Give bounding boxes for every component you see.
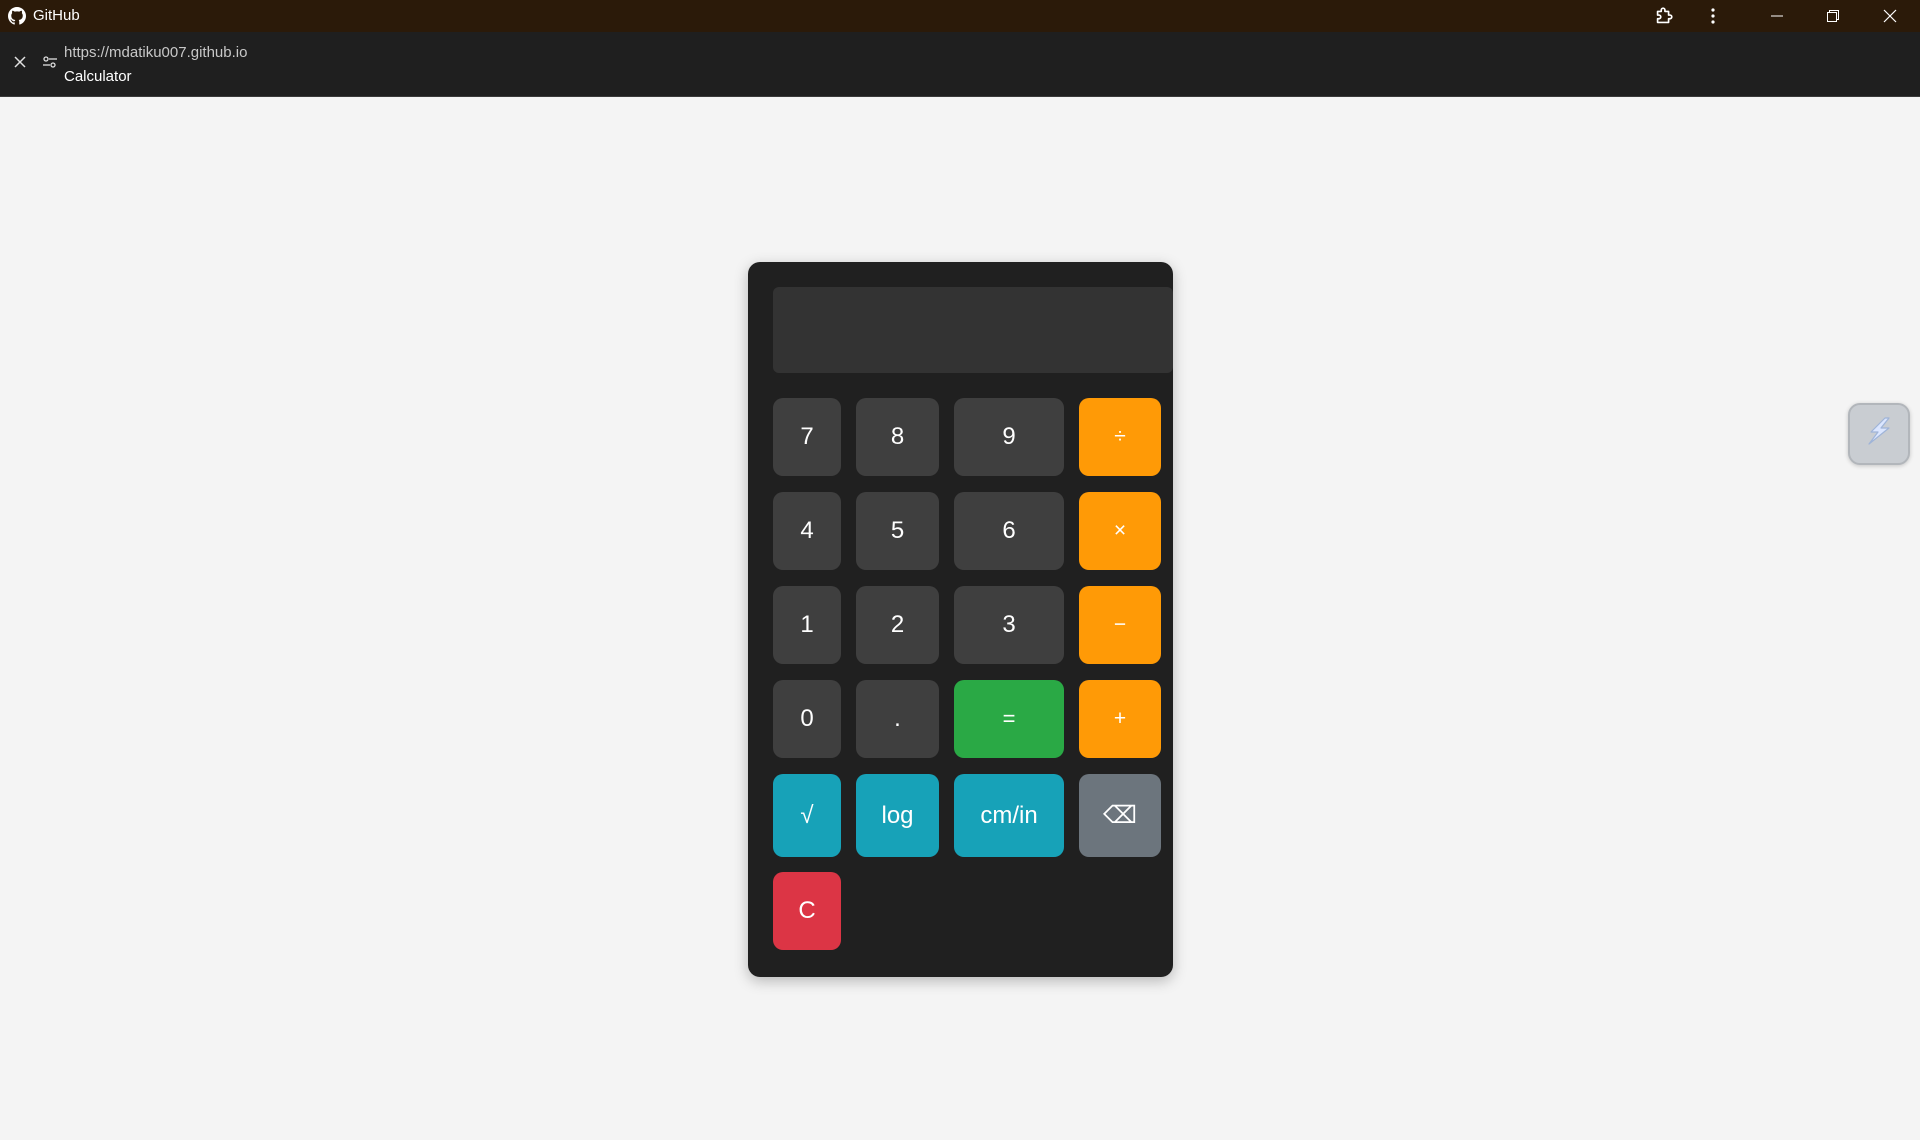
page-title: Calculator bbox=[64, 68, 132, 85]
more-vertical-icon bbox=[1705, 7, 1721, 25]
add-button[interactable]: + bbox=[1079, 680, 1161, 758]
decimal-point-button[interactable]: . bbox=[856, 680, 939, 758]
site-settings-icon bbox=[42, 55, 58, 74]
calculator: 7 8 9 ÷ 4 5 6 × 1 2 3 − 0 . = + √ log cm… bbox=[748, 262, 1173, 977]
close-app-button[interactable] bbox=[8, 52, 32, 76]
calculator-display bbox=[773, 287, 1173, 373]
cm-inch-convert-button[interactable]: cm/in bbox=[954, 774, 1064, 857]
log-button[interactable]: log bbox=[856, 774, 939, 857]
menu-button[interactable] bbox=[1690, 0, 1736, 32]
extension-widget-icon bbox=[1859, 412, 1899, 457]
restore-button[interactable] bbox=[1810, 0, 1856, 32]
key-8[interactable]: 8 bbox=[856, 398, 939, 476]
clear-button[interactable]: C bbox=[773, 872, 841, 950]
backspace-button[interactable]: ⌫ bbox=[1079, 774, 1161, 857]
window-title: GitHub bbox=[33, 7, 80, 24]
close-icon bbox=[1883, 9, 1897, 23]
page-url[interactable]: https://mdatiku007.github.io bbox=[64, 44, 247, 62]
github-logo-icon bbox=[8, 7, 26, 25]
extension-button[interactable] bbox=[1641, 0, 1687, 32]
minimize-button[interactable] bbox=[1754, 0, 1800, 32]
divide-button[interactable]: ÷ bbox=[1079, 398, 1161, 476]
page-content: 7 8 9 ÷ 4 5 6 × 1 2 3 − 0 . = + √ log cm… bbox=[0, 98, 1920, 1140]
key-6[interactable]: 6 bbox=[954, 492, 1064, 570]
key-4[interactable]: 4 bbox=[773, 492, 841, 570]
minimize-icon bbox=[1770, 9, 1784, 23]
window-titlebar: GitHub bbox=[0, 0, 1920, 32]
site-settings-button[interactable] bbox=[38, 52, 62, 76]
close-window-button[interactable] bbox=[1867, 0, 1913, 32]
key-0[interactable]: 0 bbox=[773, 680, 841, 758]
key-2[interactable]: 2 bbox=[856, 586, 939, 664]
subtract-button[interactable]: − bbox=[1079, 586, 1161, 664]
key-3[interactable]: 3 bbox=[954, 586, 1064, 664]
key-1[interactable]: 1 bbox=[773, 586, 841, 664]
key-7[interactable]: 7 bbox=[773, 398, 841, 476]
restore-icon bbox=[1826, 9, 1840, 23]
key-9[interactable]: 9 bbox=[954, 398, 1064, 476]
side-widget-button[interactable] bbox=[1848, 403, 1910, 465]
equals-button[interactable]: = bbox=[954, 680, 1064, 758]
puzzle-extension-icon bbox=[1653, 5, 1675, 27]
key-5[interactable]: 5 bbox=[856, 492, 939, 570]
address-bar: https://mdatiku007.github.io Calculator bbox=[0, 32, 1920, 97]
multiply-button[interactable]: × bbox=[1079, 492, 1161, 570]
close-icon bbox=[14, 55, 26, 73]
square-root-button[interactable]: √ bbox=[773, 774, 841, 857]
